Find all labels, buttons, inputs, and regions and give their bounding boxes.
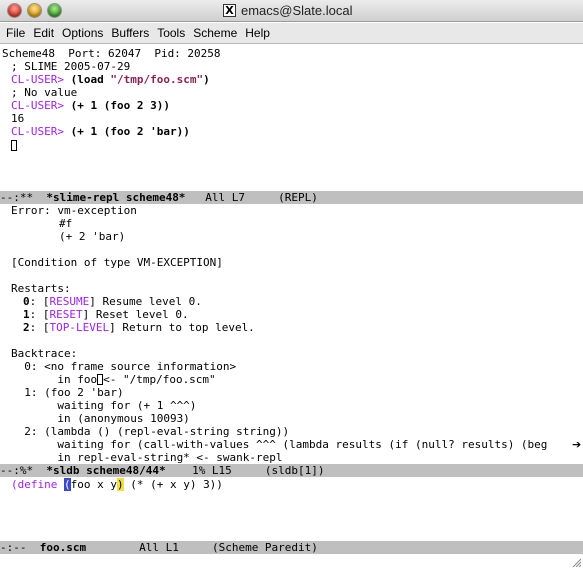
backtrace-frame-detail: in (anonymous 10093) (11, 412, 190, 425)
menu-file[interactable]: File (6, 26, 25, 40)
minimize-window-button[interactable] (28, 4, 41, 17)
repl-prompt: CL-USER> (11, 73, 64, 86)
restart-item-top-level[interactable]: 2: [TOP-LEVEL] Return to top level. (23, 321, 255, 334)
backtrace-frame-detail: waiting for (call-with-values ^^^ (lambd… (11, 438, 548, 451)
backtrace-header: Backtrace: (11, 347, 78, 360)
repl-cursor-line[interactable] (11, 139, 17, 152)
menu-options[interactable]: Options (62, 26, 103, 40)
repl-output: ; No value (11, 86, 78, 99)
modeline-source[interactable]: -:-- foo.scm All L1 (Scheme Paredit) (0, 541, 583, 554)
menu-bar: File Edit Options Buffers Tools Scheme H… (0, 23, 583, 44)
sldb-condition: [Condition of type VM-EXCEPTION] (11, 256, 223, 269)
backtrace-frame[interactable]: 2: (lambda () (repl-eval-string string)) (11, 425, 289, 438)
backtrace-frame[interactable]: 1: (foo 2 'bar) (11, 386, 123, 399)
close-window-button[interactable] (8, 4, 21, 17)
repl-input: (load "/tmp/foo.scm") (70, 73, 210, 86)
sldb-error: Error: vm-exception (11, 204, 137, 217)
modeline-buffer-name: foo.scm (39, 541, 87, 554)
repl-line: CL-USER> (load "/tmp/foo.scm") (11, 73, 210, 86)
backtrace-frame[interactable]: 0: <no frame source information> (11, 360, 236, 373)
sldb-error-detail: (+ 2 'bar) (59, 230, 126, 243)
sldb-error-detail: #f (59, 217, 73, 230)
paren-cursor: ( (63, 478, 71, 491)
window-titlebar[interactable]: X emacs@Slate.local (0, 0, 583, 22)
backtrace-frame-detail: waiting for (+ 1 ^^^) (11, 399, 197, 412)
text-cursor (11, 140, 17, 151)
modeline-repl[interactable]: --:** *slime-repl scheme48* All L7 (REPL… (0, 191, 583, 204)
repl-banner: ; SLIME 2005-07-29 (11, 60, 131, 73)
repl-line: CL-USER> (+ 1 (foo 2 'bar)) (11, 125, 190, 138)
repl-input: (+ 1 (foo 2 3)) (70, 99, 170, 112)
repl-line: CL-USER> (+ 1 (foo 2 3)) (11, 99, 170, 112)
menu-tools[interactable]: Tools (157, 26, 185, 40)
backtrace-frame-detail: in foo <- "/tmp/foo.scm" (11, 373, 216, 386)
x11-icon: X (223, 4, 236, 17)
backtrace-frame-detail: in repl-eval-string* <- swank-repl (11, 451, 283, 464)
repl-output: 16 (11, 112, 25, 125)
repl-prompt: CL-USER> (11, 125, 64, 138)
line-continuation-icon: ➔ (572, 438, 582, 451)
menu-buffers[interactable]: Buffers (111, 26, 149, 40)
menu-scheme[interactable]: Scheme (193, 26, 237, 40)
repl-input: (+ 1 (foo 2 'bar)) (70, 125, 190, 138)
restarts-header: Restarts: (11, 282, 71, 295)
paren-match: ) (116, 478, 124, 491)
repl-prompt: CL-USER> (11, 99, 64, 112)
menu-help[interactable]: Help (245, 26, 270, 40)
modeline-buffer-name: *slime-repl scheme48* (46, 191, 186, 204)
restart-item-resume[interactable]: 0: [RESUME] Resume level 0. (23, 295, 202, 308)
window-title: emacs@Slate.local (241, 3, 353, 18)
header-line: Scheme48 Port: 62047 Pid: 20258 (2, 47, 221, 60)
resize-grip-icon[interactable] (571, 557, 581, 567)
restart-item-reset[interactable]: 1: [RESET] Reset level 0. (23, 308, 189, 321)
zoom-window-button[interactable] (48, 4, 61, 17)
menu-edit[interactable]: Edit (33, 26, 54, 40)
source-buffer[interactable]: (define (foo x y) (* (+ x y) 3)) (11, 478, 223, 491)
modeline-sldb[interactable]: --:%* *sldb scheme48/44* 1% L15 (sldb[1]… (0, 464, 583, 477)
modeline-buffer-name: *sldb scheme48/44* (46, 464, 166, 477)
